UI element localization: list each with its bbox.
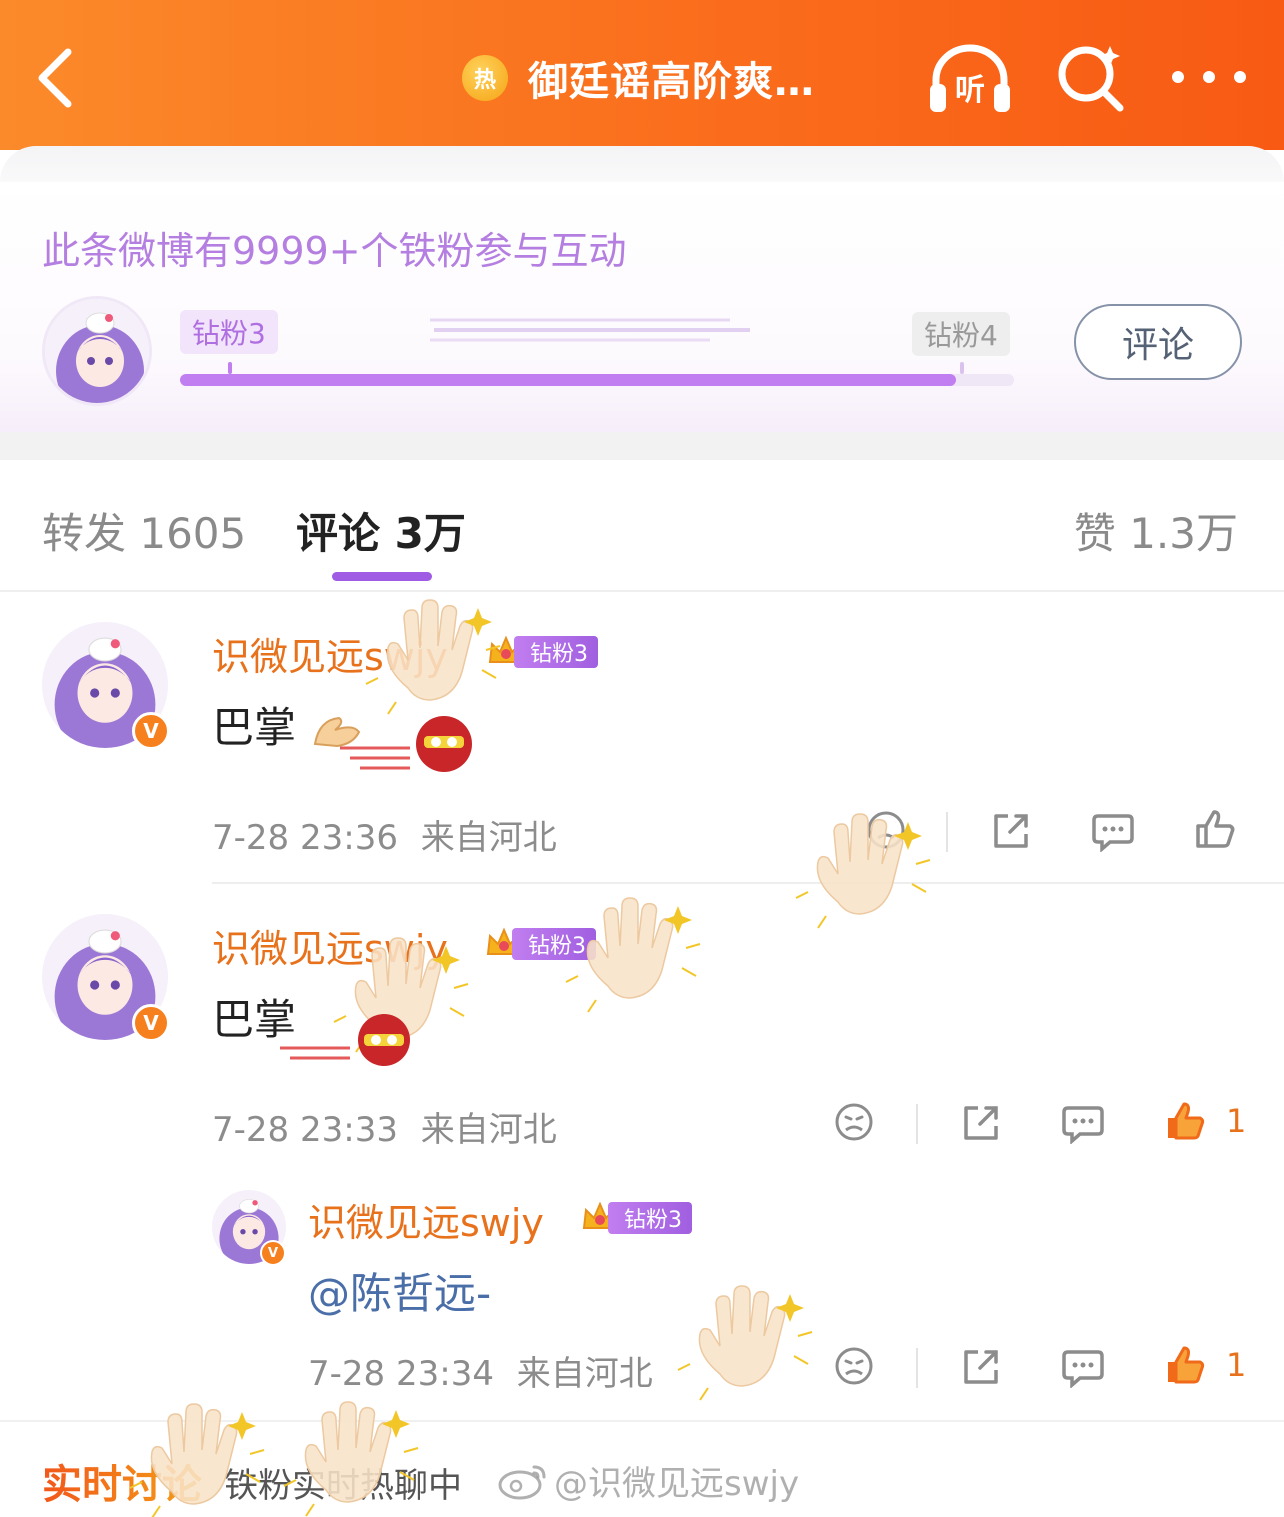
search-icon bbox=[1058, 46, 1124, 112]
more-icon bbox=[1172, 71, 1184, 83]
like-count: 1 bbox=[1226, 1102, 1247, 1140]
next-fan-level: 钻粉4 bbox=[912, 312, 1010, 356]
comment-meta: 7-28 23:33 来自河北 bbox=[212, 1102, 557, 1151]
comment-text: 巴掌 bbox=[212, 995, 297, 1044]
like-button[interactable]: 1 bbox=[1164, 1100, 1246, 1142]
back-button[interactable] bbox=[34, 46, 84, 110]
section-divider bbox=[0, 432, 1284, 460]
weibo-logo-icon bbox=[498, 1465, 546, 1499]
fans-card-avatar[interactable] bbox=[42, 296, 152, 406]
fan-level-progress-fill bbox=[180, 374, 956, 386]
comment-meta: 7-28 23:36 来自河北 bbox=[212, 810, 557, 859]
verified-icon: V bbox=[132, 1004, 170, 1042]
comment-time: 7-28 23:33 bbox=[212, 1110, 398, 1150]
fan-level-progress bbox=[180, 374, 1014, 386]
search-button[interactable] bbox=[1054, 40, 1126, 112]
comment-time: 7-28 23:34 bbox=[308, 1354, 494, 1394]
comment-location: 来自河北 bbox=[516, 1354, 653, 1394]
dislike-icon bbox=[867, 811, 905, 849]
reply-button[interactable] bbox=[1062, 1348, 1104, 1388]
live-discussion-title: 实时讨论 bbox=[42, 1452, 202, 1510]
comment-item: V 识微见远swjy 钻粉3 巴掌 7-28 23:36 来自河北 bbox=[0, 592, 1284, 884]
dislike-button[interactable] bbox=[866, 810, 906, 850]
comment-location: 来自河北 bbox=[420, 1110, 557, 1150]
mention-link[interactable]: @陈哲远- bbox=[308, 1260, 491, 1321]
fan-level-badge: 钻粉3 bbox=[484, 924, 596, 964]
comment-location: 来自河北 bbox=[420, 818, 557, 858]
username[interactable]: 识微见远swjy bbox=[212, 918, 448, 973]
dislike-button[interactable] bbox=[834, 1102, 874, 1142]
listen-label: 听 bbox=[955, 73, 985, 108]
reply-button[interactable] bbox=[1092, 812, 1134, 852]
active-tab-indicator bbox=[332, 572, 432, 581]
progress-sparkle bbox=[430, 318, 750, 342]
topic-title[interactable]: 热 御廷谣高阶爽… bbox=[462, 48, 815, 108]
tab-comment[interactable]: 评论 3万 bbox=[296, 500, 466, 561]
share-button[interactable] bbox=[960, 1346, 1002, 1388]
verified-icon: V bbox=[132, 712, 170, 750]
dislike-button[interactable] bbox=[834, 1346, 874, 1386]
fire-icon: 热 bbox=[462, 55, 508, 101]
like-button[interactable]: 1 bbox=[1164, 1344, 1246, 1386]
listen-button[interactable]: 听 bbox=[928, 40, 1012, 116]
like-button[interactable] bbox=[1194, 808, 1250, 850]
write-comment-button[interactable]: 评论 bbox=[1074, 304, 1242, 380]
comment-icon bbox=[1062, 1106, 1104, 1144]
interaction-tabs: 转发 1605 评论 3万 赞 1.3万 bbox=[0, 460, 1284, 592]
fans-interaction-card: 此条微博有9999+个铁粉参与互动 钻粉3 钻粉4 评论 bbox=[0, 146, 1284, 432]
fans-headline: 此条微博有9999+个铁粉参与互动 bbox=[42, 229, 627, 273]
topic-title-text: 御廷谣高阶爽… bbox=[528, 59, 815, 105]
live-discussion-subtitle: 铁粉实时热聊中 bbox=[224, 1466, 462, 1506]
like-icon bbox=[1168, 1346, 1205, 1384]
live-discussion-bar[interactable]: 实时讨论 铁粉实时热聊中 @识微见远swjy bbox=[0, 1420, 1284, 1517]
dislike-icon bbox=[835, 1103, 873, 1141]
clap-emoji-icon bbox=[309, 710, 365, 752]
tab-repost[interactable]: 转发 1605 bbox=[42, 500, 246, 561]
share-icon bbox=[964, 1350, 998, 1384]
like-count: 1 bbox=[1226, 1346, 1247, 1384]
verified-icon: V bbox=[260, 1240, 286, 1266]
share-icon bbox=[964, 1106, 998, 1140]
more-button[interactable] bbox=[1172, 62, 1246, 92]
fan-level-label: 钻粉3 bbox=[608, 1202, 692, 1234]
username[interactable]: 识微见远swjy bbox=[212, 626, 448, 681]
fan-level-label: 钻粉3 bbox=[514, 636, 598, 668]
share-icon bbox=[994, 814, 1028, 848]
comment-meta: 7-28 23:34 来自河北 bbox=[308, 1346, 653, 1395]
dislike-icon bbox=[835, 1347, 873, 1385]
comment-text: 巴掌 bbox=[212, 694, 365, 755]
current-fan-level: 钻粉3 bbox=[180, 310, 278, 354]
like-icon bbox=[1168, 1102, 1205, 1140]
comment-item: V 识微见远swjy 钻粉3 巴掌 7-28 23:33 来自河北 1 V 识微… bbox=[0, 884, 1284, 1414]
share-button[interactable] bbox=[990, 810, 1032, 852]
reply-button[interactable] bbox=[1062, 1104, 1104, 1144]
comment-time: 7-28 23:36 bbox=[212, 818, 398, 858]
headphones-icon: 听 bbox=[930, 44, 1010, 112]
comment-icon bbox=[1092, 814, 1134, 852]
share-button[interactable] bbox=[960, 1102, 1002, 1144]
fan-level-badge: 钻粉3 bbox=[486, 632, 598, 672]
fan-level-badge: 钻粉3 bbox=[580, 1198, 692, 1238]
tab-like[interactable]: 赞 1.3万 bbox=[1074, 500, 1238, 561]
comment-icon bbox=[1062, 1350, 1104, 1388]
back-icon bbox=[38, 48, 72, 108]
fan-level-label: 钻粉3 bbox=[512, 928, 596, 960]
username[interactable]: 识微见远swjy bbox=[308, 1192, 544, 1247]
watermark: @识微见远swjy bbox=[496, 1456, 799, 1505]
top-header: 热 御廷谣高阶爽… 听 bbox=[0, 0, 1284, 150]
like-icon bbox=[1196, 810, 1235, 848]
